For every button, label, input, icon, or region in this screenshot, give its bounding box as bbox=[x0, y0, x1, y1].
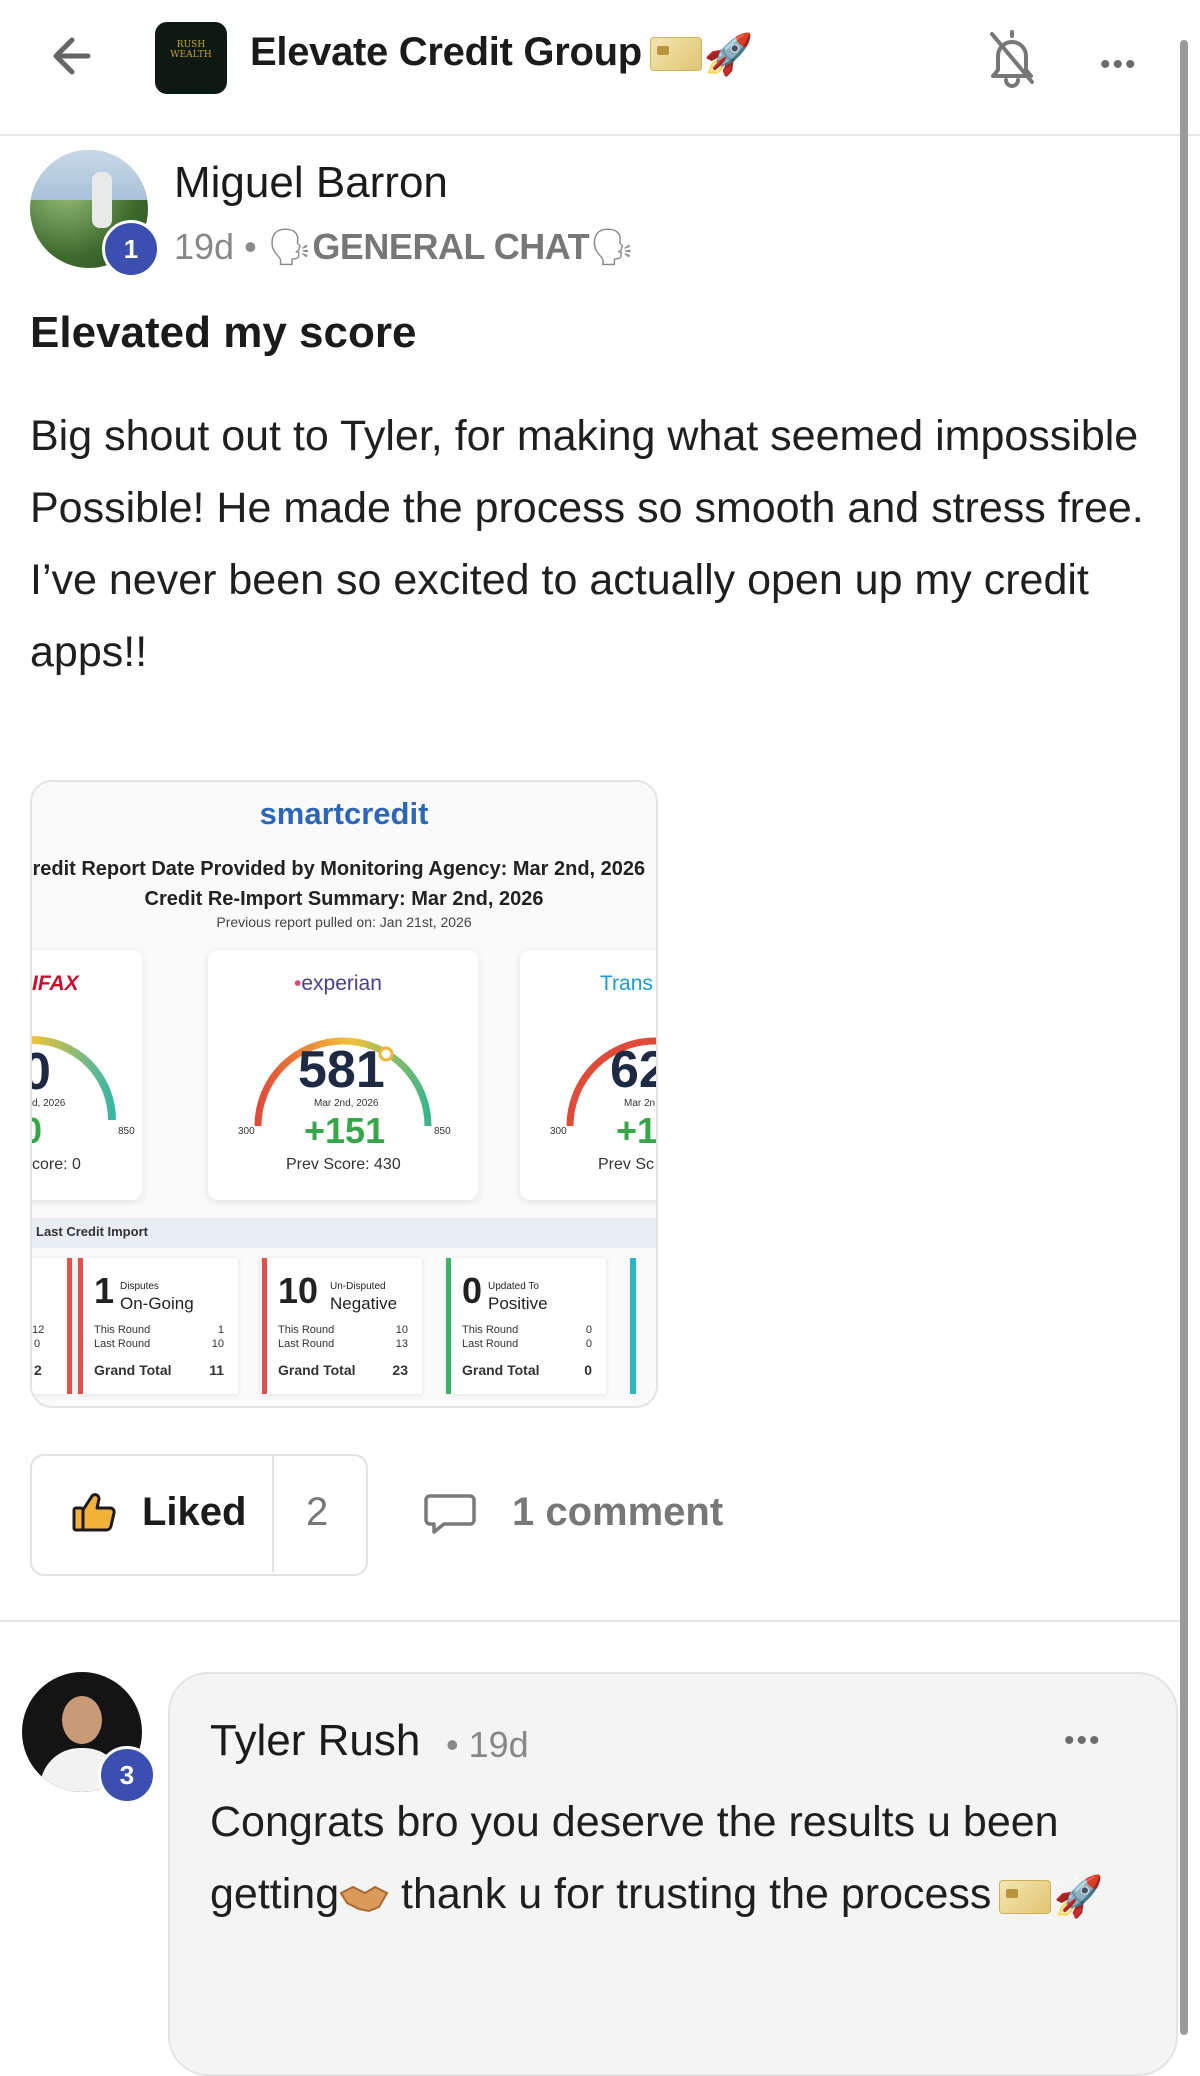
group-logo-text: RUSH WEALTH bbox=[170, 40, 212, 60]
stat-last-round: Last Round 0 bbox=[462, 1338, 592, 1350]
post-title: Elevated my score bbox=[30, 308, 417, 357]
stat-number: 1 bbox=[94, 1270, 115, 1311]
author-level-badge: 1 bbox=[102, 220, 160, 278]
stat-number: 0 bbox=[462, 1270, 483, 1311]
stat-color-bar bbox=[78, 1258, 83, 1394]
gauge-max: 850 bbox=[118, 1126, 135, 1137]
stat-grand-total: Grand Total 0 bbox=[462, 1362, 592, 1378]
stat-label: Updated To Positive bbox=[488, 1281, 548, 1313]
bureau-prev-score: Prev Score: 430 bbox=[286, 1156, 401, 1173]
group-title[interactable]: Elevate Credit Group 🚀 bbox=[250, 30, 754, 78]
stat-card-disputes: 1 Disputes On-Going This Round 1 Last Roun… bbox=[78, 1258, 238, 1394]
gauge-min: 300 bbox=[550, 1126, 567, 1137]
bureau-date: Mar 2nd, 2026 bbox=[314, 1098, 379, 1109]
group-logo[interactable]: RUSH WEALTH bbox=[155, 22, 227, 94]
rocket-icon: 🚀 bbox=[703, 32, 754, 77]
bureau-prev-score: core: 0 bbox=[32, 1156, 81, 1173]
bureau-delta: 0 bbox=[32, 1110, 42, 1152]
stat-card-positive: 0 Updated To Positive This Round 0 Last Ro… bbox=[446, 1258, 606, 1394]
bureau-score: 0 bbox=[32, 1042, 51, 1102]
stat-this-round: This Round 10 bbox=[278, 1324, 408, 1336]
previous-report-line: Previous report pulled on: Jan 21st, 202… bbox=[216, 914, 472, 930]
comment-count-label[interactable]: 1 comment bbox=[512, 1490, 723, 1535]
bureau-date: d, 2026 bbox=[32, 1098, 66, 1109]
stat-grand-total: Grand Total 11 bbox=[94, 1362, 224, 1378]
stat-this-round: 12 bbox=[32, 1324, 45, 1336]
bureau-card-equifax: IFAX 0 d, 2026 850 0 core: 0 bbox=[32, 950, 142, 1200]
comment-icon[interactable] bbox=[424, 1488, 476, 1536]
stat-color-bar bbox=[262, 1258, 267, 1394]
bureau-delta: +1 bbox=[616, 1110, 658, 1151]
bureau-score: 62 bbox=[610, 1041, 656, 1099]
more-options-icon[interactable]: ••• bbox=[1100, 48, 1138, 82]
post-body: Big shout out to Tyler, for making what … bbox=[30, 412, 1144, 676]
comment-text-part2: thank u for trusting the process bbox=[389, 1870, 992, 1918]
stat-grand-total: 2 bbox=[34, 1362, 42, 1378]
stat-color-bar bbox=[446, 1258, 451, 1394]
commenter-level-badge: 3 bbox=[98, 1746, 156, 1804]
bell-off-icon[interactable] bbox=[984, 26, 1040, 90]
bureau-delta: +151 bbox=[304, 1110, 386, 1151]
bureau-prev-score: Prev Sc bbox=[598, 1156, 655, 1173]
stat-card-partial-right bbox=[630, 1258, 636, 1394]
smartcredit-logo: smartcredit bbox=[259, 796, 429, 831]
scrollbar[interactable] bbox=[1180, 40, 1188, 2035]
back-arrow-icon[interactable] bbox=[44, 26, 104, 86]
like-label[interactable]: Liked bbox=[142, 1490, 246, 1535]
post-time: 19d bbox=[174, 226, 235, 267]
report-date-line: Credit Report Date Provided by Monitorin… bbox=[30, 858, 646, 880]
like-count[interactable]: 2 bbox=[306, 1490, 328, 1535]
stat-label: Un-Disputed Negative bbox=[330, 1281, 398, 1313]
like-divider bbox=[272, 1456, 274, 1572]
stat-last-round: 0 bbox=[34, 1338, 41, 1350]
stat-card-negative: 10 Un-Disputed Negative This Round 10 Last… bbox=[262, 1258, 422, 1394]
group-name: Elevate Credit Group bbox=[250, 30, 642, 74]
stat-this-round: This Round 1 bbox=[94, 1324, 224, 1336]
bureau-card-transunion: Trans 62 Mar 2n 300 +1 Prev Sc bbox=[520, 950, 658, 1200]
reimport-summary-line: Credit Re-Import Summary: Mar 2nd, 2026 bbox=[144, 888, 544, 910]
stat-last-round: Last Round 10 bbox=[94, 1338, 224, 1350]
bureau-date: Mar 2n bbox=[624, 1098, 656, 1109]
stat-grand-total: Grand Total 23 bbox=[278, 1362, 408, 1378]
section-divider bbox=[0, 1620, 1180, 1622]
comment-more-icon[interactable]: ••• bbox=[1064, 1724, 1102, 1758]
rocket-icon: 🚀 bbox=[1053, 1874, 1104, 1919]
post-image[interactable]: smartcredit Credit Report Date Provided … bbox=[30, 780, 658, 1408]
thumbs-up-icon bbox=[72, 1493, 116, 1532]
speaking-head-icon: 🗣 bbox=[266, 226, 313, 267]
gauge-min: 300 bbox=[238, 1126, 255, 1137]
stat-label: Disputes On-Going bbox=[120, 1281, 194, 1313]
post-meta: 19d • 🗣GENERAL CHAT🗣 bbox=[174, 226, 635, 268]
bureau-name: •experian bbox=[294, 972, 382, 995]
comment-body: Congrats bro you deserve the results u b… bbox=[210, 1786, 1110, 1933]
stat-card-partial: 12 0 2 bbox=[32, 1258, 72, 1394]
bureau-score: 581 bbox=[298, 1041, 385, 1099]
credit-card-icon bbox=[999, 1879, 1052, 1914]
bureau-card-experian: •experian 581 Mar 2nd, 2026 300 850 +151… bbox=[208, 950, 478, 1200]
handshake-icon bbox=[339, 1885, 389, 1912]
credit-card-icon bbox=[649, 37, 702, 72]
bureau-name: IFAX bbox=[32, 972, 79, 995]
meta-separator: • bbox=[244, 226, 257, 267]
comment-time: • 19d bbox=[446, 1724, 529, 1765]
commenter-name[interactable]: Tyler Rush bbox=[210, 1716, 420, 1766]
post-author-name[interactable]: Miguel Barron bbox=[174, 158, 448, 208]
gauge-max: 850 bbox=[434, 1126, 451, 1137]
stat-last-round: Last Round 13 bbox=[278, 1338, 408, 1350]
bureau-name: Trans bbox=[600, 972, 653, 995]
post-category[interactable]: GENERAL CHAT bbox=[312, 226, 589, 267]
stat-number: 10 bbox=[278, 1270, 319, 1311]
speaking-head-icon: 🗣 bbox=[589, 226, 635, 267]
last-import-title: Last Credit Import bbox=[36, 1224, 148, 1239]
stat-this-round: This Round 0 bbox=[462, 1324, 592, 1336]
